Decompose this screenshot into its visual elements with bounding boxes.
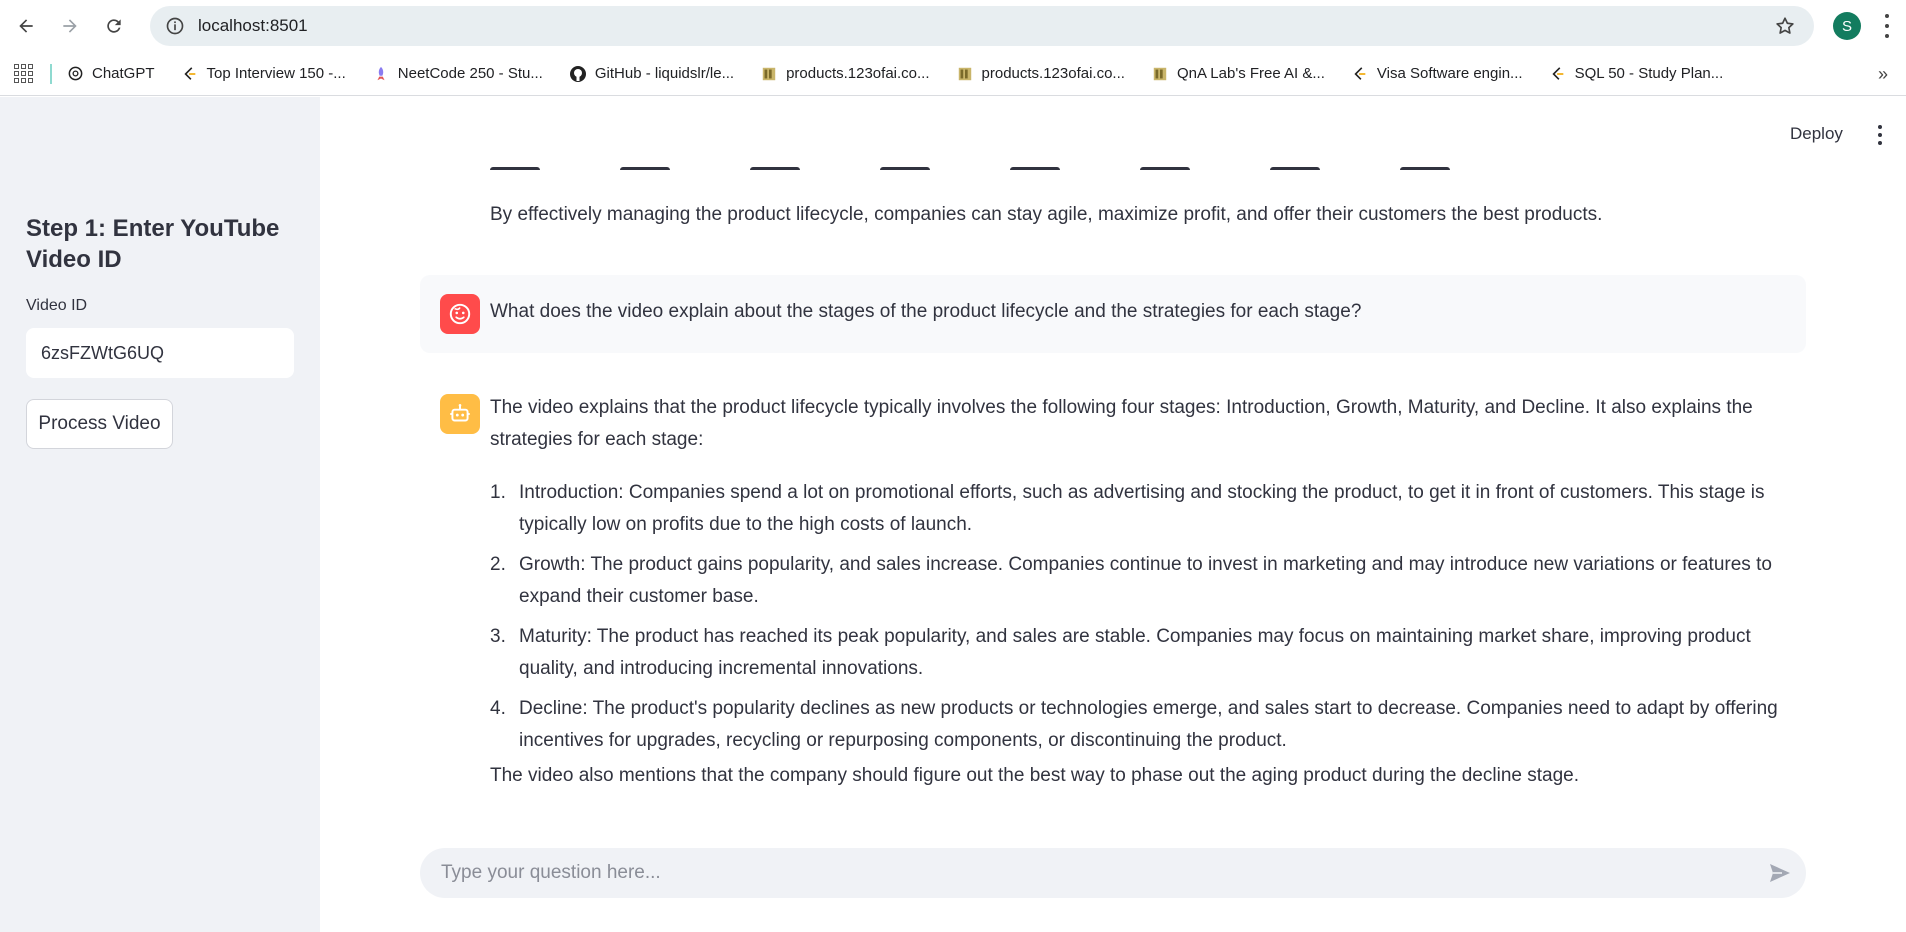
video-id-input[interactable]: 6zsFZWtG6UQ [26,328,294,378]
user-avatar-icon [440,294,480,334]
user-question-text: What does the video explain about the st… [490,301,1362,322]
bookmark-neetcode[interactable]: NeetCode 250 - Stu... [372,65,543,83]
process-video-button[interactable]: Process Video [26,399,173,449]
reload-button[interactable] [96,8,132,44]
address-bar[interactable]: localhost:8501 [150,6,1814,46]
site-icon [956,65,974,83]
video-id-label: Video ID [26,297,88,314]
chatgpt-icon [66,65,84,83]
bookmark-star-icon[interactable] [1774,15,1796,37]
send-icon[interactable] [1768,862,1792,884]
bot-avatar-icon [440,394,480,434]
list-item: 3. Maturity: The product has reached its… [490,626,1751,679]
bookmark-products-1[interactable]: products.123ofai.co... [760,65,930,83]
site-icon [760,65,778,83]
user-message: What does the video explain about the st… [420,275,1806,353]
bookmark-qna-lab[interactable]: QnA Lab's Free AI &... [1151,65,1325,83]
bot-stage-list: 1. Introduction: Companies spend a lot o… [490,477,1810,765]
github-icon [569,65,587,83]
bookmark-visa[interactable]: Visa Software engin... [1351,65,1523,83]
list-item: 4. Decline: The product's popularity dec… [490,698,1778,751]
forward-button[interactable] [52,8,88,44]
sidebar-title: Step 1: Enter YouTube Video ID [26,215,280,273]
bookmark-sql50[interactable]: SQL 50 - Study Plan... [1549,65,1723,83]
list-item: 1. Introduction: Companies spend a lot o… [490,482,1765,535]
list-item: 2. Growth: The product gains popularity,… [490,554,1772,607]
arrow-left-icon [19,19,33,33]
site-icon [1151,65,1169,83]
bot-intro-text: The video explains that the product life… [490,397,1753,450]
main-menu-icon[interactable] [1877,125,1883,145]
url-text[interactable]: localhost:8501 [198,16,308,36]
arrow-right-icon [63,19,77,33]
leetcode-icon [1549,65,1567,83]
rocket-icon [372,65,390,83]
sidebar: Step 1: Enter YouTube Video ID Video ID … [0,97,320,932]
profile-avatar[interactable]: S [1833,12,1861,40]
chat-input-placeholder: Type your question here... [441,862,661,883]
deploy-button[interactable]: Deploy [1790,124,1843,144]
bot-footer-text: The video also mentions that the company… [490,765,1579,786]
bookmark-separator [50,63,52,84]
chat-input[interactable]: Type your question here... [420,848,1806,898]
leetcode-icon [1351,65,1369,83]
bookmark-github[interactable]: GitHub - liquidslr/le... [569,65,734,83]
browser-menu-icon[interactable] [1883,14,1891,38]
clipped-text-line [490,164,1590,170]
back-button[interactable] [8,8,44,44]
bookmark-chatgpt[interactable]: ChatGPT [66,65,155,83]
bookmark-products-2[interactable]: products.123ofai.co... [956,65,1125,83]
bookmarks-overflow-icon[interactable]: » [1878,64,1888,85]
reload-icon [107,19,121,33]
bookmarks-bar: ChatGPT Top Interview 150 -... NeetCode … [0,52,1906,96]
bookmark-top-interview[interactable]: Top Interview 150 -... [181,65,346,83]
previous-message-text: By effectively managing the product life… [490,204,1603,225]
apps-grid-icon[interactable] [14,63,36,85]
leetcode-icon [181,65,199,83]
browser-toolbar: localhost:8501 S [0,0,1906,52]
site-info-icon[interactable] [164,15,186,37]
